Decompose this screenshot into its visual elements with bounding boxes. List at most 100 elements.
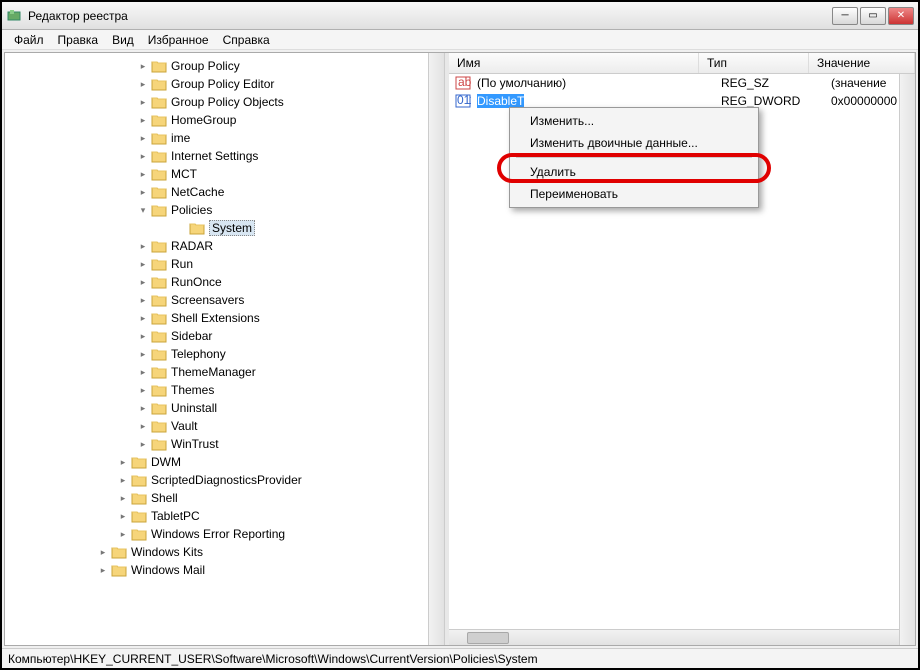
expander-icon[interactable]: ▸ [137, 348, 149, 360]
tree-item-group-policy-objects[interactable]: ▸ Group Policy Objects [7, 93, 442, 111]
expander-icon[interactable]: ▸ [137, 438, 149, 450]
tree-item-vault[interactable]: ▸Vault [7, 417, 442, 435]
col-header-data[interactable]: Значение [809, 53, 915, 73]
expander-icon[interactable]: ▸ [117, 456, 129, 468]
tree-item-sidebar[interactable]: ▸Sidebar [7, 327, 442, 345]
tree-item-internet-settings[interactable]: ▸ Internet Settings [7, 147, 442, 165]
menu-file[interactable]: Файл [8, 32, 50, 48]
menubar: Файл Правка Вид Избранное Справка [2, 30, 918, 50]
tree-item-mct[interactable]: ▸MCT [7, 165, 442, 183]
expander-icon[interactable]: ▸ [137, 294, 149, 306]
tree-item-thememanager[interactable]: ▸ThemeManager [7, 363, 442, 381]
minimize-button[interactable]: ─ [832, 7, 858, 25]
expander-icon[interactable]: ▸ [137, 312, 149, 324]
tree-label: Internet Settings [171, 149, 258, 163]
expander-icon[interactable]: ▸ [137, 384, 149, 396]
menu-help[interactable]: Справка [217, 32, 276, 48]
tree-item-homegroup[interactable]: ▸HomeGroup [7, 111, 442, 129]
ctx-modify[interactable]: Изменить... [512, 110, 756, 132]
menu-view[interactable]: Вид [106, 32, 140, 48]
expander-icon[interactable]: ▸ [117, 528, 129, 540]
tree-item-policies[interactable]: ▾Policies [7, 201, 442, 219]
status-path: Компьютер\HKEY_CURRENT_USER\Software\Mic… [8, 652, 538, 666]
ctx-delete[interactable]: Удалить [512, 161, 756, 183]
ctx-rename[interactable]: Переименовать [512, 183, 756, 205]
list-header: Имя Тип Значение [449, 53, 915, 74]
tree-item-system[interactable]: System [25, 219, 442, 237]
list-hscrollbar[interactable] [449, 629, 899, 645]
expander-icon[interactable]: ▸ [137, 240, 149, 252]
expander-icon[interactable]: ▸ [137, 150, 149, 162]
svg-text:011: 011 [457, 93, 471, 107]
expander-icon[interactable]: ▸ [137, 168, 149, 180]
titlebar[interactable]: Редактор реестра ─ ▭ ✕ [2, 2, 918, 30]
list-vscrollbar[interactable] [899, 74, 915, 645]
tree-item-wintrust[interactable]: ▸WinTrust [7, 435, 442, 453]
tree-item-windows-kits[interactable]: ▸ Windows Kits [7, 543, 442, 561]
tree-label: DWM [151, 455, 181, 469]
tree-item-scripteddiagnosticsprovider[interactable]: ▸ ScriptedDiagnosticsProvider [7, 471, 442, 489]
tree-item-screensavers[interactable]: ▸Screensavers [7, 291, 442, 309]
expander-icon[interactable]: ▸ [117, 474, 129, 486]
expander-icon[interactable]: ▸ [137, 60, 149, 72]
value-type: REG_DWORD [715, 94, 825, 108]
tree-item-windows-mail[interactable]: ▸Windows Mail [7, 561, 442, 579]
tree-label: Run [171, 257, 193, 271]
expander-icon[interactable]: ▸ [97, 546, 109, 558]
expander-icon[interactable]: ▸ [137, 186, 149, 198]
value-type: REG_SZ [715, 76, 825, 90]
tree-label: Telephony [171, 347, 226, 361]
value-row[interactable]: ab (По умолчанию) REG_SZ (значение [449, 74, 915, 92]
value-icon: ab [455, 75, 471, 91]
ctx-modify-binary[interactable]: Изменить двоичные данные... [512, 132, 756, 154]
expander-icon[interactable]: ▸ [137, 330, 149, 342]
tree-item-telephony[interactable]: ▸ Telephony [7, 345, 442, 363]
tree-label: RADAR [171, 239, 213, 253]
registry-tree[interactable]: ▸Group Policy▸Group Policy Editor▸Group … [7, 57, 442, 579]
tree-label: ScriptedDiagnosticsProvider [151, 473, 302, 487]
value-icon: 011 [455, 93, 471, 109]
value-name: (По умолчанию) [477, 76, 566, 90]
expander-icon[interactable]: ▸ [137, 114, 149, 126]
expander-icon[interactable]: ▾ [137, 204, 149, 216]
expander-icon[interactable]: ▸ [97, 564, 109, 576]
tree-label: Windows Kits [131, 545, 203, 559]
tree-item-tabletpc[interactable]: ▸TabletPC [7, 507, 442, 525]
tree-item-group-policy-editor[interactable]: ▸Group Policy Editor [7, 75, 442, 93]
tree-item-windows-error-reporting[interactable]: ▸Windows Error Reporting [7, 525, 442, 543]
list-pane: Имя Тип Значение ab (По умолчанию) REG_S… [449, 53, 915, 645]
tree-label: Group Policy Objects [171, 95, 284, 109]
expander-icon[interactable]: ▸ [137, 402, 149, 414]
tree-item-group-policy[interactable]: ▸Group Policy [7, 57, 442, 75]
tree-item-dwm[interactable]: ▸ DWM [7, 453, 442, 471]
expander-icon[interactable]: ▸ [117, 510, 129, 522]
close-button[interactable]: ✕ [888, 7, 914, 25]
tree-item-shell-extensions[interactable]: ▸Shell Extensions [7, 309, 442, 327]
tree-item-uninstall[interactable]: ▸Uninstall [7, 399, 442, 417]
tree-scrollbar[interactable] [428, 53, 444, 645]
expander-icon[interactable]: ▸ [137, 78, 149, 90]
tree-item-run[interactable]: ▸ Run [7, 255, 442, 273]
menu-favorites[interactable]: Избранное [142, 32, 215, 48]
expander-icon[interactable]: ▸ [137, 96, 149, 108]
tree-item-shell[interactable]: ▸Shell [7, 489, 442, 507]
expander-icon[interactable]: ▸ [137, 366, 149, 378]
expander-icon[interactable]: ▸ [117, 492, 129, 504]
tree-item-themes[interactable]: ▸Themes [7, 381, 442, 399]
tree-pane[interactable]: ▸Group Policy▸Group Policy Editor▸Group … [5, 53, 445, 645]
tree-item-ime[interactable]: ▸ ime [7, 129, 442, 147]
col-header-type[interactable]: Тип [699, 53, 809, 73]
statusbar: Компьютер\HKEY_CURRENT_USER\Software\Mic… [2, 648, 918, 668]
col-header-name[interactable]: Имя [449, 53, 699, 73]
menu-edit[interactable]: Правка [52, 32, 105, 48]
tree-item-radar[interactable]: ▸ RADAR [7, 237, 442, 255]
expander-icon[interactable] [175, 222, 187, 234]
maximize-button[interactable]: ▭ [860, 7, 886, 25]
tree-item-runonce[interactable]: ▸RunOnce [7, 273, 442, 291]
tree-label: ime [171, 131, 190, 145]
expander-icon[interactable]: ▸ [137, 420, 149, 432]
expander-icon[interactable]: ▸ [137, 132, 149, 144]
expander-icon[interactable]: ▸ [137, 258, 149, 270]
expander-icon[interactable]: ▸ [137, 276, 149, 288]
tree-item-netcache[interactable]: ▸NetCache [7, 183, 442, 201]
